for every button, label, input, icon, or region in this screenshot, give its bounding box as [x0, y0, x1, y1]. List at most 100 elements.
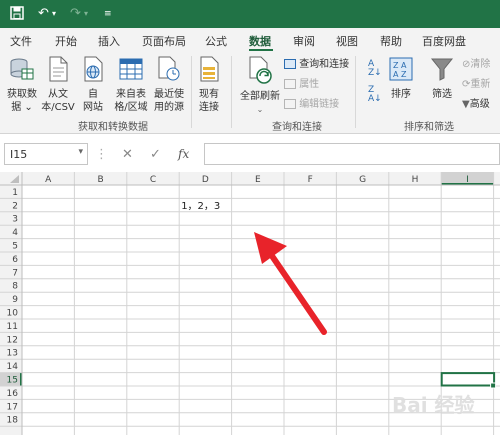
from-table-range-button[interactable]: 来自表 格/区域	[112, 56, 150, 114]
tab-data[interactable]: 数据	[249, 33, 271, 49]
table-icon	[112, 56, 150, 86]
watermark: Bai 经验	[392, 393, 475, 417]
row-header-8[interactable]: 8	[12, 282, 18, 292]
row-header-18[interactable]: 18	[7, 416, 19, 426]
row-header-12[interactable]: 12	[7, 335, 18, 345]
from-web-label-1: 自	[88, 89, 98, 100]
worksheet-grid: A B C D E F G H I1234567891011121314151617181，2，…	[0, 172, 500, 435]
tab-view[interactable]: 视图	[336, 33, 358, 49]
insert-function-button[interactable]: fx	[178, 147, 189, 161]
row-header-16[interactable]: 16	[7, 389, 19, 399]
row-header-11[interactable]: 11	[7, 322, 18, 332]
chevron-down-icon[interactable]: ▾	[78, 147, 83, 157]
reapply-button: ⟳重新	[462, 78, 490, 91]
group-label-get-transform: 获取和转换数据	[78, 122, 148, 133]
text-file-icon	[40, 56, 76, 86]
column-header-e[interactable]: E	[255, 175, 261, 185]
tab-file[interactable]: 文件	[10, 33, 32, 49]
recent-sources-button[interactable]: 最近使 用的源	[150, 56, 188, 114]
row-header-7[interactable]: 7	[12, 268, 18, 278]
queries-label: 查询和连接	[299, 59, 350, 70]
row-header-15[interactable]: 15	[7, 376, 18, 386]
column-header-g[interactable]: G	[359, 175, 366, 185]
tab-review[interactable]: 审阅	[293, 33, 315, 49]
from-web-button[interactable]: 自 网站	[78, 56, 108, 114]
customize-qat-icon[interactable]: ≡	[104, 6, 112, 22]
column-header-f[interactable]: F	[308, 175, 313, 185]
cancel-icon[interactable]: ✕	[122, 147, 133, 162]
filter-button[interactable]: 筛选	[428, 56, 456, 101]
from-text-csv-button[interactable]: 从文 本/CSV	[40, 56, 76, 114]
enter-icon[interactable]: ✓	[150, 147, 161, 162]
sort-icon: Z AA Z	[388, 56, 414, 86]
fill-handle[interactable]	[490, 382, 497, 389]
ribbon-separator	[355, 56, 356, 128]
undo-icon[interactable]: ↶	[38, 6, 49, 22]
database-icon	[4, 56, 40, 86]
selected-cell-i15[interactable]	[440, 372, 496, 387]
row-header-10[interactable]: 10	[7, 309, 19, 319]
row-header-13[interactable]: 13	[7, 349, 18, 359]
recent-label-1: 最近使	[154, 89, 184, 100]
column-header-a[interactable]: A	[45, 175, 52, 185]
tab-baidu-netdisk[interactable]: 百度网盘	[422, 33, 466, 49]
row-header-4[interactable]: 4	[12, 228, 18, 238]
existing-connections-button[interactable]: 现有 连接	[194, 56, 224, 114]
queries-connections-button[interactable]: 查询和连接	[284, 58, 349, 71]
column-header-c[interactable]: C	[150, 175, 156, 185]
properties-icon	[284, 79, 296, 89]
tab-help[interactable]: 帮助	[380, 33, 402, 49]
from-web-label-2: 网站	[83, 102, 103, 113]
edit-links-icon	[284, 99, 296, 109]
undo-dropdown-icon[interactable]: ▾	[52, 6, 56, 22]
filter-icon	[428, 56, 456, 86]
from-text-label-2: 本/CSV	[41, 102, 75, 113]
worksheet[interactable]: A B C D E F G H I 1 2 3 4 5 6 7 8 9 10 11 12 13 14 15 16 17 18 1，2，…	[0, 172, 500, 435]
filter-label: 筛选	[432, 89, 452, 100]
formula-input[interactable]	[204, 143, 500, 165]
tab-formulas[interactable]: 公式	[205, 33, 227, 49]
column-header-h[interactable]: H	[412, 175, 419, 185]
existing-connections-icon	[194, 56, 224, 86]
column-header-d[interactable]: D	[202, 175, 209, 185]
annotation-arrow-head	[254, 232, 287, 264]
column-header-bar	[0, 172, 500, 185]
column-header-b[interactable]: B	[98, 175, 104, 185]
name-box[interactable]: I15 ▾	[4, 143, 88, 165]
advanced-filter-icon: ▼	[462, 99, 470, 110]
row-header-6[interactable]: 6	[12, 255, 18, 265]
row-header-9[interactable]: 9	[12, 295, 18, 305]
advanced-filter-button[interactable]: ▼高级	[462, 98, 490, 111]
refresh-all-label: 全部刷新	[240, 91, 280, 102]
sort-button[interactable]: Z AA Z 排序	[388, 56, 414, 101]
sort-ascending-icon[interactable]: A Z↓	[368, 60, 382, 78]
row-header-17[interactable]: 17	[7, 402, 18, 412]
row-header-1[interactable]: 1	[12, 188, 18, 198]
tab-home[interactable]: 开始	[55, 33, 77, 49]
row-header-3[interactable]: 3	[12, 215, 18, 225]
row-header-2[interactable]: 2	[12, 201, 18, 211]
queries-icon	[284, 59, 296, 69]
from-table-label-1: 来自表	[116, 89, 146, 100]
redo-dropdown-icon: ▾	[84, 9, 89, 18]
clear-filter-button: ⊘清除	[462, 58, 490, 71]
chevron-down-icon: ⌄	[256, 105, 264, 114]
ribbon-separator	[231, 56, 232, 128]
tab-insert[interactable]: 插入	[98, 33, 120, 49]
from-text-label-1: 从文	[48, 89, 68, 100]
row-header-14[interactable]: 14	[7, 362, 19, 372]
clear-label: 清除	[470, 59, 491, 70]
cell-d2[interactable]: 1，2，3	[181, 201, 220, 212]
sort-descending-icon[interactable]: Z A↓	[368, 86, 382, 104]
edit-links-label: 编辑链接	[299, 99, 340, 110]
get-data-button[interactable]: 获取数 据 ⌄	[4, 56, 40, 114]
refresh-all-button[interactable]: 全部刷新 ⌄	[238, 56, 282, 116]
row-header-5[interactable]: 5	[12, 242, 18, 252]
column-header-i[interactable]: I	[466, 175, 469, 185]
save-icon[interactable]	[10, 6, 24, 25]
advanced-label: 高级	[469, 99, 490, 110]
tab-page-layout[interactable]: 页面布局	[142, 33, 186, 49]
svg-text:A Z: A Z	[393, 70, 407, 79]
ribbon-separator	[191, 56, 192, 128]
formula-bar-area: I15 ▾ ⋮ ✕ ✓ fx	[0, 134, 500, 172]
